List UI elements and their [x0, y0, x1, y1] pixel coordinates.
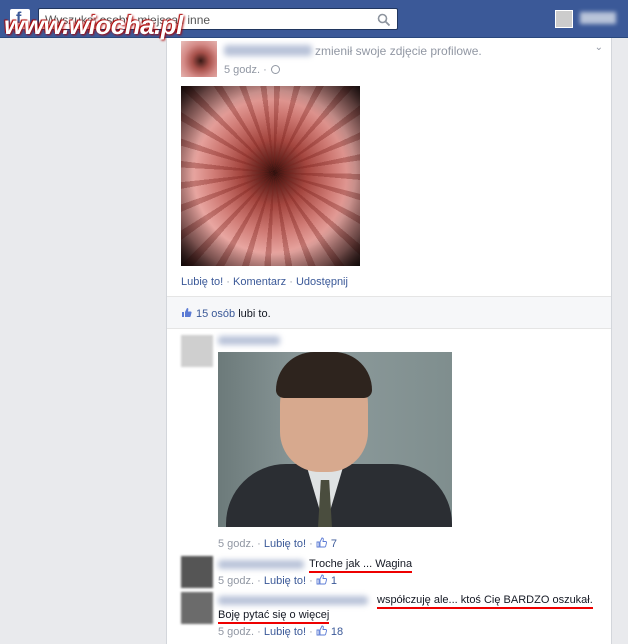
commenter-avatar[interactable] — [181, 556, 213, 588]
comment-meta: 5 godz. · Lubię to! · 7 — [218, 537, 337, 550]
commenter-name-blurred[interactable] — [218, 560, 304, 569]
comment-like-count[interactable]: 18 — [331, 626, 343, 638]
post-action-text: zmienił swoje zdjęcie profilowe. — [315, 44, 482, 58]
share-link[interactable]: Udostępnij — [296, 276, 348, 288]
likers-link[interactable]: 15 osób — [196, 308, 235, 320]
comment-text: Troche jak ... Wagina — [309, 558, 413, 573]
chevron-down-icon[interactable]: ⌄ — [595, 42, 603, 53]
figure-hair — [276, 352, 372, 398]
thumbs-up-icon — [316, 574, 327, 585]
post-actions: Lubię to! · Komentarz · Udostępnij — [181, 276, 348, 288]
top-navigation-bar: f Wyszukaj osoby, miejsca i inne www.wio… — [0, 0, 628, 40]
comment-like-link[interactable]: Lubię to! — [264, 575, 306, 587]
comment-like-count[interactable]: 1 — [331, 575, 337, 587]
user-name-blurred[interactable] — [580, 12, 616, 24]
comment-meta: 5 godz. · Lubię to! · 1 — [218, 574, 337, 587]
profile-photo[interactable] — [181, 86, 360, 266]
comment-link[interactable]: Komentarz — [233, 276, 286, 288]
watermark: www.wiocha.pl — [4, 10, 183, 40]
search-icon[interactable] — [377, 13, 391, 27]
thumbs-up-icon — [182, 308, 192, 317]
comment-text: współczuję ale... ktoś Cię BARDZO oszuka… — [377, 594, 593, 609]
user-avatar[interactable] — [555, 10, 573, 28]
divider — [167, 296, 611, 297]
thumbs-up-icon — [316, 537, 327, 548]
commenter-name-blurred[interactable] — [218, 596, 368, 605]
comment-text-continued: Boję pytać się o więcej — [218, 609, 330, 624]
comment-like-count[interactable]: 7 — [331, 538, 337, 550]
post-timestamp[interactable]: 5 godz. · — [224, 64, 280, 76]
commenter-avatar[interactable] — [181, 592, 213, 624]
like-link[interactable]: Lubię to! — [181, 276, 223, 288]
comment-like-link[interactable]: Lubię to! — [264, 538, 306, 550]
likes-summary: 15 osób lubi to. — [181, 307, 271, 320]
divider — [167, 328, 611, 329]
thumbs-up-icon — [316, 625, 327, 636]
comment-photo[interactable] — [218, 352, 452, 527]
poster-avatar[interactable] — [181, 41, 217, 77]
commenter-name-blurred[interactable] — [218, 336, 280, 345]
comment-meta: 5 godz. · Lubię to! · 18 — [218, 625, 344, 638]
commenter-avatar[interactable] — [181, 335, 213, 367]
globe-icon — [270, 65, 280, 74]
comment-like-link[interactable]: Lubię to! — [264, 626, 306, 638]
poster-name-blurred[interactable] — [224, 45, 312, 56]
news-feed-post: zmienił swoje zdjęcie profilowe. 5 godz.… — [166, 38, 612, 644]
